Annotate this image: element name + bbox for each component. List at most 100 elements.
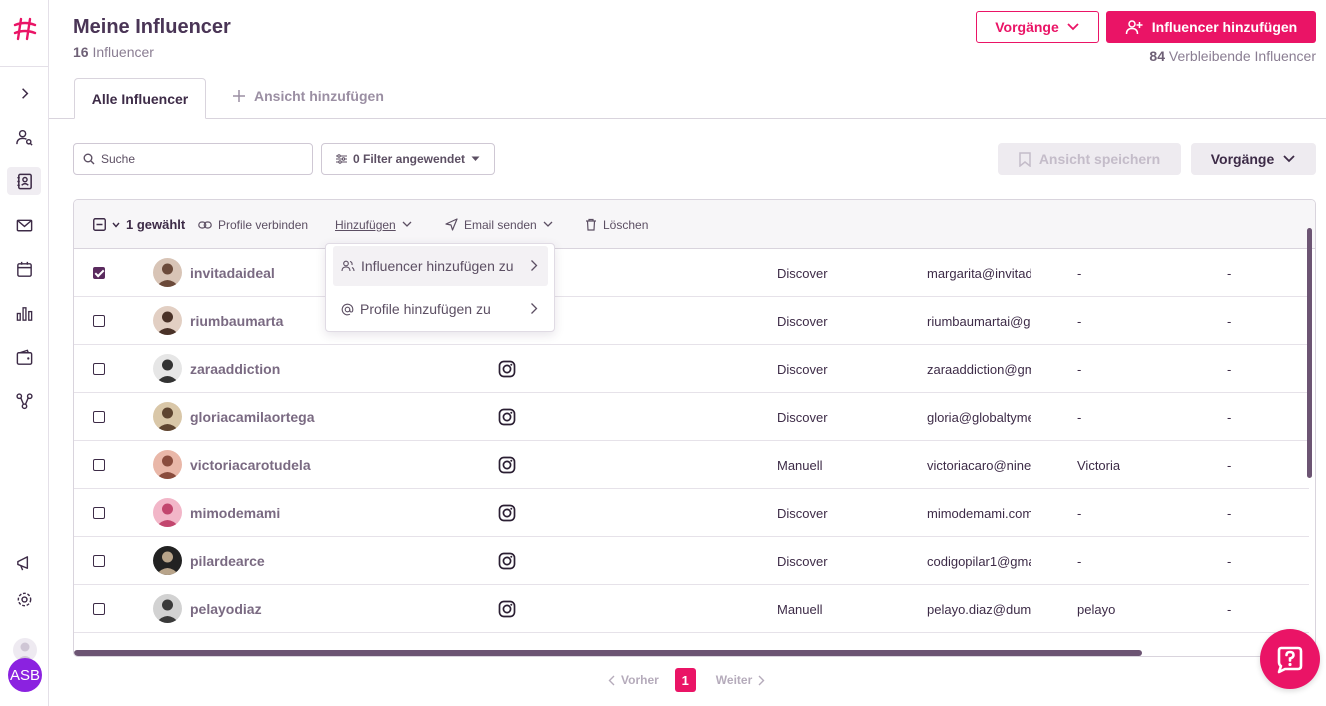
add-view-label: Ansicht hinzufügen [254, 88, 384, 104]
instagram-icon[interactable] [498, 408, 516, 426]
add-influencer-button[interactable]: Influencer hinzufügen [1106, 11, 1316, 43]
help-chat-button[interactable] [1260, 629, 1320, 689]
instagram-icon[interactable] [498, 456, 516, 474]
influencer-username[interactable]: victoriacarotudela [190, 441, 311, 489]
row-checkbox[interactable] [93, 555, 105, 567]
sidebar-expand-button[interactable] [7, 79, 41, 107]
avatar[interactable] [153, 402, 182, 431]
delete-label: Löschen [603, 217, 649, 232]
add-to-button[interactable]: Hinzufügen [335, 200, 412, 249]
sidebar-item-mail[interactable] [7, 211, 41, 239]
avatar[interactable] [153, 306, 182, 335]
avatar[interactable] [153, 354, 182, 383]
sidebar-item-settings[interactable] [7, 585, 41, 613]
search-input[interactable] [101, 152, 301, 166]
source-cell: Discover [777, 313, 828, 329]
sidebar-item-discover[interactable] [7, 123, 41, 151]
add-to-label: Hinzufügen [335, 217, 396, 232]
first-name-cell: - [1077, 409, 1082, 425]
chevron-right-icon [531, 260, 538, 271]
bar-chart-icon [16, 306, 32, 321]
row-checkbox[interactable] [93, 459, 105, 471]
filter-button[interactable]: 0 Filter angewendet [321, 143, 495, 175]
trash-icon [586, 218, 596, 231]
wallet-icon [16, 348, 32, 365]
first-name-cell: - [1077, 361, 1082, 377]
previous-page-label: Vorher [621, 673, 659, 687]
user-search-icon [15, 129, 33, 146]
calendar-icon [16, 261, 32, 277]
add-view-tab[interactable]: Ansicht hinzufügen [232, 88, 384, 104]
table-row[interactable]: mimodemami Discover mimodemami.com - - [74, 489, 1309, 537]
save-view-button[interactable]: Ansicht speichern [998, 143, 1181, 175]
sidebar-item-analytics[interactable] [7, 299, 41, 327]
hashtag-logo-icon[interactable] [12, 16, 38, 42]
sidebar-item-announcements[interactable] [7, 549, 41, 577]
sidebar-item-wallet[interactable] [7, 343, 41, 371]
first-name-cell: - [1077, 553, 1082, 569]
at-sign-icon [341, 303, 354, 315]
send-email-button[interactable]: Email senden [445, 200, 553, 249]
table-row[interactable]: pelayodiaz Manuell pelayo.diaz@dummy.com pe… [74, 585, 1309, 633]
instagram-icon[interactable] [498, 504, 516, 522]
connect-profiles-button[interactable]: Profile verbinden [198, 200, 308, 249]
menu-item-add-profiles-to[interactable]: Profile hinzufügen zu [333, 289, 548, 329]
menu-item-add-influencer-to[interactable]: Influencer hinzufügen zu [333, 246, 548, 286]
first-name-cell: - [1077, 505, 1082, 521]
avatar[interactable] [153, 258, 182, 287]
last-name-cell: - [1227, 601, 1232, 617]
instagram-icon[interactable] [498, 552, 516, 570]
table-row[interactable]: zaraaddiction Discover zaraaddiction@gmail… [74, 345, 1309, 393]
email-cell: codigopilar1@gmail.com [927, 553, 1031, 569]
horizontal-scrollbar[interactable] [74, 650, 1142, 656]
influencer-username[interactable]: pilardearce [190, 537, 265, 585]
source-cell: Manuell [777, 457, 823, 473]
search-box[interactable] [73, 143, 313, 175]
influencer-username[interactable]: riumbaumarta [190, 297, 283, 345]
row-checkbox[interactable] [93, 267, 105, 279]
influencer-username[interactable]: mimodemami [190, 489, 280, 537]
select-all-toggle[interactable]: 1 gewählt [93, 200, 185, 249]
remaining-count: 84 [1149, 48, 1165, 64]
sidebar-item-integrations[interactable] [7, 387, 41, 415]
influencer-username[interactable]: gloriacamilaortega [190, 393, 315, 441]
row-checkbox[interactable] [93, 315, 105, 327]
influencer-username[interactable]: pelayodiaz [190, 585, 262, 633]
avatar[interactable] [153, 546, 182, 575]
avatar[interactable] [153, 498, 182, 527]
influencer-count-label: Influencer [92, 44, 154, 60]
table-row[interactable]: pilardearce Discover codigopilar1@gmail.co… [74, 537, 1309, 585]
table-row[interactable]: victoriacarotudela Manuell victoriacaro@ni… [74, 441, 1309, 489]
vorgaenge-button[interactable]: Vorgänge [976, 11, 1099, 43]
send-icon [445, 218, 458, 231]
next-page-button[interactable]: Weiter [716, 673, 765, 687]
pagination: Vorher 1 Weiter [608, 668, 765, 692]
page-number-current[interactable]: 1 [674, 668, 696, 692]
delete-button[interactable]: Löschen [585, 200, 648, 249]
table-row[interactable]: invitadaideal Discover margarita@invitadai… [74, 249, 1309, 297]
vorgaenge-secondary-button[interactable]: Vorgänge [1191, 143, 1316, 175]
vertical-scrollbar[interactable] [1307, 228, 1312, 478]
instagram-icon[interactable] [498, 600, 516, 618]
row-checkbox[interactable] [93, 603, 105, 615]
row-checkbox[interactable] [93, 411, 105, 423]
sidebar-item-calendar[interactable] [7, 255, 41, 283]
avatar[interactable] [153, 594, 182, 623]
sidebar-divider [0, 66, 48, 67]
user-avatar[interactable]: ASB [8, 658, 42, 692]
instagram-icon[interactable] [498, 360, 516, 378]
table-row[interactable]: riumbaumarta Discover riumbaumartai@gmail.… [74, 297, 1309, 345]
sidebar-item-contacts[interactable] [7, 167, 41, 195]
row-checkbox[interactable] [93, 507, 105, 519]
previous-page-button[interactable]: Vorher [608, 673, 659, 687]
influencer-username[interactable]: invitadaideal [190, 249, 275, 297]
email-cell: zaraaddiction@gmail.com [927, 361, 1031, 377]
email-cell: riumbaumartai@gmail.com [927, 313, 1031, 329]
first-name-cell: Victoria [1077, 457, 1121, 473]
avatar[interactable] [153, 450, 182, 479]
table-row[interactable]: gloriacamilaortega Discover gloria@globalt… [74, 393, 1309, 441]
tab-alle-influencer[interactable]: Alle Influencer [74, 78, 206, 119]
mail-icon [16, 219, 32, 231]
row-checkbox[interactable] [93, 363, 105, 375]
influencer-username[interactable]: zaraaddiction [190, 345, 280, 393]
